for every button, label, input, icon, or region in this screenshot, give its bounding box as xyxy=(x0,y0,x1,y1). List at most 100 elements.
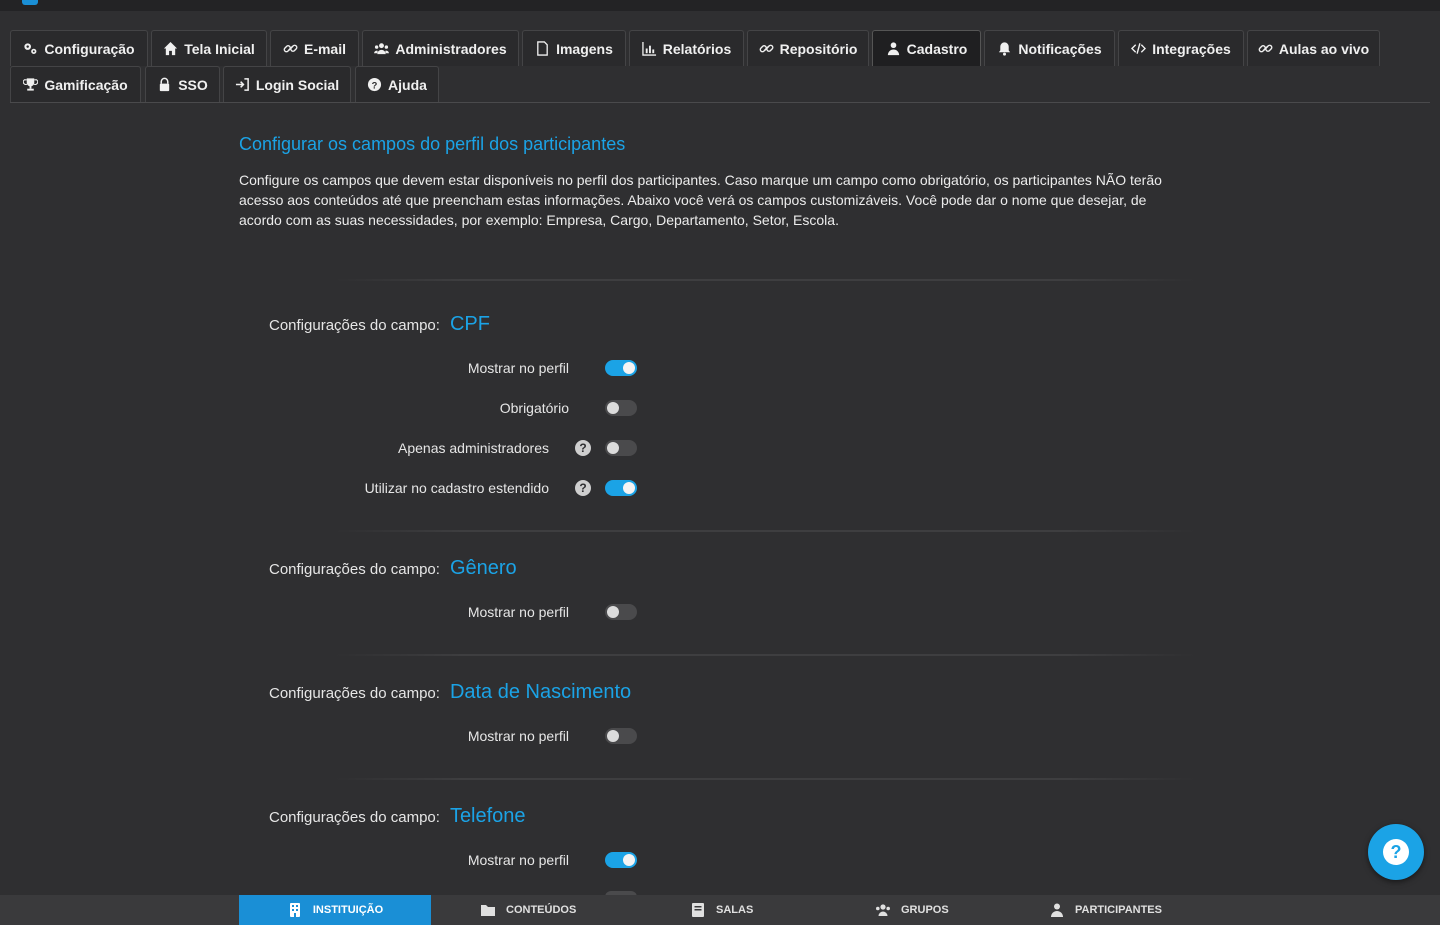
field-name: CPF xyxy=(449,313,490,335)
show-in-profile-toggle[interactable] xyxy=(605,360,637,376)
nav-label: INSTITUIÇÃO xyxy=(312,904,384,916)
option-row: Mostrar no perfil xyxy=(240,726,640,746)
option-row: Utilizar no cadastro estendido ? xyxy=(240,478,640,498)
tab-label: Cadastro xyxy=(906,40,968,57)
section-divider xyxy=(335,654,1195,656)
nav-instituicao[interactable]: INSTITUIÇÃO xyxy=(239,895,431,925)
tab-label: Ajuda xyxy=(388,76,427,93)
tabs-divider xyxy=(10,102,1430,103)
field-name: Data de Nascimento xyxy=(449,681,632,703)
nav-grupos[interactable]: GRUPOS xyxy=(875,895,949,925)
extended-registration-toggle[interactable] xyxy=(605,480,637,496)
option-label: Mostrar no perfil xyxy=(467,852,569,868)
user-icon xyxy=(1051,903,1063,917)
option-row: Mostrar no perfil xyxy=(240,358,640,378)
nav-label: CONTEÚDOS xyxy=(506,904,577,916)
file-icon xyxy=(537,41,548,56)
option-label: Utilizar no cadastro estendido xyxy=(364,480,549,496)
building-icon xyxy=(289,903,300,917)
field-prefix: Configurações do campo: xyxy=(269,809,440,826)
tab-integracoes[interactable]: Integrações xyxy=(1118,30,1244,66)
link-icon xyxy=(283,44,298,53)
field-name: Gênero xyxy=(449,557,517,579)
option-row: Obrigatório xyxy=(240,398,640,418)
tab-login-social[interactable]: Login Social xyxy=(223,66,351,102)
tab-label: Aulas ao vivo xyxy=(1278,40,1370,57)
book-icon xyxy=(692,903,704,917)
nav-conteudos[interactable]: CONTEÚDOS xyxy=(480,895,576,925)
gears-icon xyxy=(24,43,37,54)
show-in-profile-toggle[interactable] xyxy=(605,852,637,868)
nav-label: GRUPOS xyxy=(901,904,949,916)
field-header-data-de-nascimento: Configurações do campo: Data de Nascimen… xyxy=(269,681,631,704)
toggle-knob xyxy=(623,482,635,494)
nav-participantes[interactable]: PARTICIPANTES xyxy=(1049,895,1162,925)
tab-label: Tela Inicial xyxy=(184,40,255,57)
field-name: Telefone xyxy=(449,805,526,827)
tab-email[interactable]: E-mail xyxy=(270,30,359,66)
option-label: Mostrar no perfil xyxy=(467,360,569,376)
tab-relatorios[interactable]: Relatórios xyxy=(629,30,744,66)
toggle-knob xyxy=(623,362,635,374)
field-prefix: Configurações do campo: xyxy=(269,561,440,578)
tab-administradores[interactable]: Administradores xyxy=(362,30,519,66)
question-icon: ? xyxy=(367,77,382,92)
home-icon xyxy=(164,41,178,56)
admins-only-toggle[interactable] xyxy=(605,440,637,456)
tab-sso[interactable]: SSO xyxy=(145,66,220,102)
section-divider xyxy=(335,778,1195,780)
tab-repositorio[interactable]: Repositório xyxy=(747,30,869,66)
option-label: Obrigatório xyxy=(499,400,569,416)
field-header-genero: Configurações do campo: Gênero xyxy=(269,557,517,580)
tab-label: Repositório xyxy=(779,40,858,57)
logo xyxy=(22,0,38,5)
show-in-profile-toggle[interactable] xyxy=(605,604,637,620)
field-header-telefone: Configurações do campo: Telefone xyxy=(269,805,526,828)
show-in-profile-toggle[interactable] xyxy=(605,728,637,744)
help-button[interactable]: ? xyxy=(1368,824,1424,880)
tab-label: Relatórios xyxy=(662,40,732,57)
option-label: Apenas administradores xyxy=(398,440,549,456)
tab-gamificacao[interactable]: Gamificação xyxy=(10,66,141,102)
toggle-knob xyxy=(607,606,619,618)
nav-salas[interactable]: SALAS xyxy=(690,895,753,925)
users-icon xyxy=(374,43,390,55)
chart-icon xyxy=(642,41,656,56)
field-prefix: Configurações do campo: xyxy=(269,317,440,334)
field-prefix: Configurações do campo: xyxy=(269,685,440,702)
tab-label: Configuração xyxy=(44,40,135,57)
option-row: Mostrar no perfil xyxy=(240,602,640,622)
top-bar xyxy=(0,0,1440,11)
toggle-knob xyxy=(623,854,635,866)
tab-cadastro[interactable]: Cadastro xyxy=(872,30,981,66)
tab-configuracao[interactable]: Configuração xyxy=(10,30,148,66)
tab-ajuda[interactable]: ? Ajuda xyxy=(355,66,439,102)
code-icon xyxy=(1131,43,1147,54)
link-icon xyxy=(1258,44,1273,53)
tab-label: Login Social xyxy=(255,76,340,93)
tab-label: SSO xyxy=(178,76,208,93)
help-icon[interactable]: ? xyxy=(575,440,591,456)
help-icon[interactable]: ? xyxy=(575,480,591,496)
bell-icon xyxy=(999,42,1011,56)
nav-label: SALAS xyxy=(716,904,754,916)
tab-label: Administradores xyxy=(395,40,507,57)
field-header-cpf: Configurações do campo: CPF xyxy=(269,313,490,336)
question-icon: ? xyxy=(1383,839,1409,865)
lock-icon xyxy=(160,77,170,92)
toggle-knob xyxy=(607,402,619,414)
toggle-knob xyxy=(607,442,619,454)
tab-label: Notificações xyxy=(1018,40,1102,57)
user-icon xyxy=(887,42,899,56)
required-toggle[interactable] xyxy=(605,400,637,416)
tab-imagens[interactable]: Imagens xyxy=(522,30,626,66)
option-row: Apenas administradores ? xyxy=(240,438,640,458)
page-description: Configure os campos que devem estar disp… xyxy=(239,172,1162,228)
section-divider xyxy=(335,530,1195,532)
tab-notificacoes[interactable]: Notificações xyxy=(984,30,1115,66)
users-icon xyxy=(876,904,890,916)
tab-label: Imagens xyxy=(556,40,613,57)
section-divider xyxy=(335,279,1195,281)
tab-aulas-ao-vivo[interactable]: Aulas ao vivo xyxy=(1247,30,1380,66)
tab-tela-inicial[interactable]: Tela Inicial xyxy=(151,30,267,66)
